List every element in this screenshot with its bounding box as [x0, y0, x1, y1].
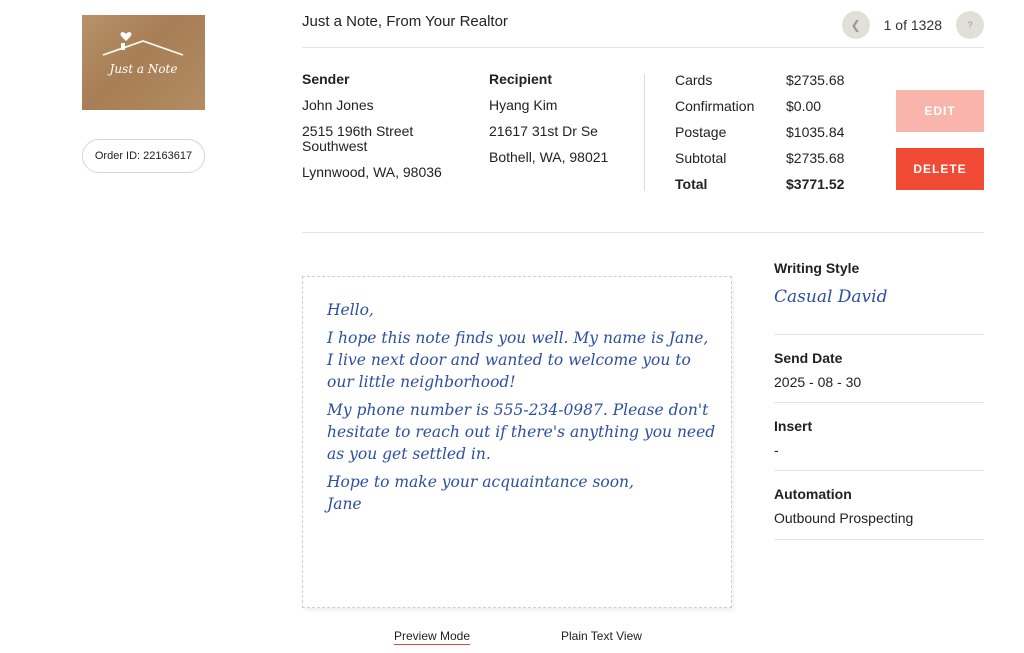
- cost-label: Subtotal: [675, 150, 727, 166]
- recipient-city: Bothell, WA, 98021: [489, 149, 609, 165]
- details-divider: [774, 539, 984, 540]
- tab-preview-mode[interactable]: Preview Mode: [394, 629, 471, 645]
- details-divider: [774, 402, 984, 403]
- page-title: Just a Note, From Your Realtor: [302, 13, 508, 30]
- writing-style-section: Writing Style Casual David: [774, 260, 984, 307]
- cost-label: Total: [675, 176, 708, 192]
- delete-button[interactable]: DELETE: [896, 148, 984, 190]
- cost-label: Confirmation: [675, 98, 755, 114]
- cost-value: $0.00: [786, 98, 822, 114]
- cost-value: $1035.84: [786, 124, 845, 140]
- card-thumbnail[interactable]: Just a Note: [82, 15, 205, 110]
- cost-summary: Cards $2735.68 Confirmation $0.00 Postag…: [675, 72, 844, 202]
- note-signature: Jane: [327, 495, 362, 513]
- details-divider: [774, 334, 984, 335]
- automation-label: Automation: [774, 486, 852, 502]
- recipient-block: Recipient Hyang Kim 21617 31st Dr Se Bot…: [489, 72, 608, 176]
- note-paragraph: I hope this note finds you well. My name…: [327, 329, 709, 391]
- edit-button[interactable]: EDIT: [896, 90, 984, 132]
- sender-city: Lynnwood, WA, 98036: [302, 164, 442, 180]
- recipient-heading: Recipient: [489, 71, 553, 87]
- next-button[interactable]: ?: [956, 11, 984, 39]
- chevron-left-icon: ❮: [850, 18, 861, 32]
- cost-row-cards: Cards $2735.68: [675, 72, 844, 98]
- chevron-right-icon: ?: [967, 20, 973, 30]
- recipient-street: 21617 31st Dr Se: [489, 123, 598, 139]
- writing-style-label: Writing Style: [774, 260, 860, 276]
- pagination-count: 1 of 1328: [883, 17, 942, 33]
- thumbnail-caption: Just a Note: [109, 62, 178, 76]
- section-divider: [302, 232, 984, 233]
- note-text: Hello, I hope this note finds you well. …: [327, 299, 717, 515]
- cost-label: Cards: [675, 72, 713, 88]
- sender-heading: Sender: [302, 71, 350, 87]
- send-date-value: 2025 - 08 - 30: [774, 374, 862, 390]
- cost-value: $3771.52: [786, 176, 845, 192]
- writing-style-value: Casual David: [774, 287, 888, 307]
- sender-block: Sender John Jones 2515 196th Street Sout…: [302, 72, 442, 191]
- automation-value: Outbound Prospecting: [774, 510, 914, 526]
- note-paragraph: My phone number is 555-234-0987. Please …: [327, 401, 716, 463]
- cost-value: $2735.68: [786, 150, 845, 166]
- order-id-badge: Order ID: 22163617: [82, 139, 205, 173]
- insert-section: Insert -: [774, 418, 984, 458]
- send-date-section: Send Date 2025 - 08 - 30: [774, 350, 984, 390]
- insert-label: Insert: [774, 418, 813, 434]
- automation-section: Automation Outbound Prospecting: [774, 486, 984, 526]
- cost-row-subtotal: Subtotal $2735.68: [675, 150, 844, 176]
- cost-row-postage: Postage $1035.84: [675, 124, 844, 150]
- sender-name: John Jones: [302, 97, 374, 113]
- insert-value: -: [774, 442, 779, 458]
- cost-label: Postage: [675, 124, 727, 140]
- header-divider: [302, 47, 984, 48]
- note-greeting: Hello,: [327, 301, 374, 319]
- cost-value: $2735.68: [786, 72, 845, 88]
- cost-row-confirmation: Confirmation $0.00: [675, 98, 844, 124]
- tab-plain-text-view[interactable]: Plain Text View: [561, 629, 642, 643]
- send-date-label: Send Date: [774, 350, 843, 366]
- prev-button[interactable]: ❮: [841, 11, 870, 39]
- sender-street: 2515 196th Street Southwest: [302, 123, 414, 154]
- recipient-name: Hyang Kim: [489, 97, 558, 113]
- cost-row-total: Total $3771.52: [675, 176, 844, 202]
- column-divider: [644, 74, 645, 191]
- pagination: ❮ 1 of 1328 ?: [841, 11, 984, 39]
- note-closing: Hope to make your acquaintance soon,: [327, 473, 634, 491]
- details-divider: [774, 470, 984, 471]
- note-preview: Hello, I hope this note finds you well. …: [302, 276, 732, 608]
